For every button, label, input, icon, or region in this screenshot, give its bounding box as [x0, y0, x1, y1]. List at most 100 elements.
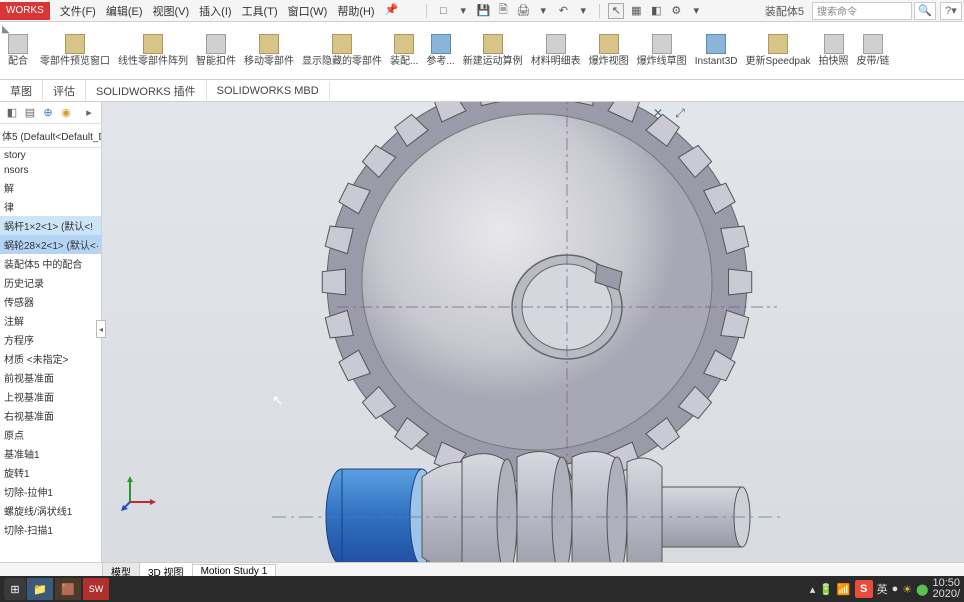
options-icon[interactable]: ⚙: [668, 3, 684, 19]
ribbon-instant3d[interactable]: Instant3D: [691, 24, 742, 77]
expand-arrow-icon[interactable]: ◣: [2, 24, 10, 35]
ribbon-pattern[interactable]: 线性零部件阵列: [114, 24, 192, 77]
dropdown3-icon[interactable]: ▾: [688, 3, 704, 19]
tree-tab3-icon[interactable]: ⊕: [40, 105, 56, 121]
view-triad[interactable]: [120, 472, 160, 512]
tree-item[interactable]: 切除-拉伸1: [0, 482, 101, 501]
ribbon-snapshot[interactable]: 拍快照: [815, 24, 853, 77]
menu-help[interactable]: 帮助(H): [333, 1, 378, 21]
menu-pin-icon[interactable]: 📌: [381, 1, 403, 21]
tray-net-icon[interactable]: 📶: [837, 583, 851, 596]
tree-item[interactable]: 律: [0, 197, 101, 216]
ribbon-skeleton[interactable]: 皮带/链: [853, 24, 894, 77]
tree-item[interactable]: 传感器: [0, 292, 101, 311]
undo-icon[interactable]: ↶: [555, 3, 571, 19]
tree-item[interactable]: 切除-扫描1: [0, 520, 101, 539]
select-icon[interactable]: ↖: [608, 3, 624, 19]
tree-item[interactable]: nsors: [0, 163, 101, 178]
tree-item[interactable]: 基准轴1: [0, 444, 101, 463]
ribbon-assembly[interactable]: 装配...: [386, 24, 422, 77]
ime-lang[interactable]: 英: [877, 581, 888, 597]
menu-file[interactable]: 文件(F): [56, 1, 100, 21]
tree-item[interactable]: 前视基准面: [0, 368, 101, 387]
ribbon-expline[interactable]: 爆炸线草图: [633, 24, 691, 77]
tree-item[interactable]: 旋转1: [0, 463, 101, 482]
tree-item[interactable]: 上视基准面: [0, 387, 101, 406]
panel-iconbar: ◧ ▤ ⊕ ◉ ▸: [0, 102, 101, 124]
tree-tab4-icon[interactable]: ◉: [58, 105, 74, 121]
tab-sketch[interactable]: 草图: [0, 80, 43, 102]
sogou-ime-icon[interactable]: S: [855, 580, 873, 598]
tree-tab2-icon[interactable]: ▤: [22, 105, 38, 121]
clock-date: 2020/: [932, 589, 960, 600]
tree-item[interactable]: 原点: [0, 425, 101, 444]
menu-tools[interactable]: 工具(T): [238, 1, 282, 21]
menu-view[interactable]: 视图(V): [149, 1, 194, 21]
tree-item[interactable]: story: [0, 148, 101, 163]
ribbon-exploded[interactable]: 爆炸视图: [585, 24, 633, 77]
ribbon-fastener[interactable]: 智能扣件: [192, 24, 240, 77]
taskbar-solidworks-icon[interactable]: SW: [83, 578, 109, 600]
tree-item[interactable]: 注解: [0, 311, 101, 330]
save-icon[interactable]: 💾: [475, 3, 491, 19]
menubar: WORKS 文件(F) 编辑(E) 视图(V) 插入(I) 工具(T) 窗口(W…: [0, 0, 964, 22]
dropdown2-icon[interactable]: ▾: [575, 3, 591, 19]
tree-item[interactable]: 右视基准面: [0, 406, 101, 425]
tray-icon1[interactable]: ●: [892, 583, 899, 595]
tree-item-worm[interactable]: 蜗杆1×2<1> (默认<!: [0, 216, 101, 235]
menu-window[interactable]: 窗口(W): [284, 1, 332, 21]
tab-mbd[interactable]: SOLIDWORKS MBD: [207, 82, 330, 100]
tree-item[interactable]: 装配体5 中的配合: [0, 254, 101, 273]
cursor-icon: ↖: [272, 392, 284, 409]
new-icon[interactable]: □: [435, 3, 451, 19]
tray-icon3[interactable]: ⬤: [916, 583, 928, 596]
ribbon-showhidden[interactable]: 显示隐藏的零部件: [298, 24, 386, 77]
tray-icon2[interactable]: ☀: [902, 583, 912, 596]
tree-expand-icon[interactable]: ▸: [81, 105, 97, 121]
grid-icon[interactable]: ▦: [628, 3, 644, 19]
ribbon-motion[interactable]: 新建运动算例: [459, 24, 527, 77]
tree-item[interactable]: 解: [0, 178, 101, 197]
taskbar-explorer-icon[interactable]: 📁: [27, 578, 53, 600]
tray-battery-icon[interactable]: 🔋: [819, 583, 833, 596]
tray-up-icon[interactable]: ▴: [810, 583, 816, 596]
print-icon[interactable]: 🖨: [515, 3, 531, 19]
saveall-icon[interactable]: 🗎: [495, 3, 511, 19]
ribbon-speedpak[interactable]: 更新Speedpak: [742, 24, 815, 77]
tree-item[interactable]: 材质 <未指定>: [0, 349, 101, 368]
ribbon-bom[interactable]: 材料明细表: [527, 24, 585, 77]
windows-taskbar: ⊞ 📁 🟫 SW ▴ 🔋 📶 S 英 ● ☀ ⬤ 10:50 2020/: [0, 576, 964, 602]
menu-items: 文件(F) 编辑(E) 视图(V) 插入(I) 工具(T) 窗口(W) 帮助(H…: [56, 1, 403, 21]
tree-item[interactable]: 历史记录: [0, 273, 101, 292]
ribbon-preview[interactable]: 零部件预览窗口: [36, 24, 114, 77]
tree-item[interactable]: 螺旋线/涡状线1: [0, 501, 101, 520]
start-button[interactable]: ⊞: [4, 578, 26, 600]
tree-items: story nsors 解 律 蜗杆1×2<1> (默认<! 蜗轮28×2<1>…: [0, 148, 101, 562]
splitter-handle[interactable]: ◂: [96, 320, 106, 338]
tree-item-wormgear[interactable]: 蜗轮28×2<1> (默认<·: [0, 235, 101, 254]
tab-addins[interactable]: SOLIDWORKS 插件: [86, 80, 207, 102]
tab-evaluate[interactable]: 评估: [43, 80, 86, 102]
document-title: 装配体5: [765, 3, 804, 19]
ribbon: 配合 零部件预览窗口 线性零部件阵列 智能扣件 移动零部件 显示隐藏的零部件 装…: [0, 22, 964, 80]
search-input[interactable]: 搜索命令: [812, 2, 912, 20]
main-area: ◧ ▤ ⊕ ◉ ▸ 体5 (Default<Default_D story ns…: [0, 102, 964, 562]
app-logo[interactable]: WORKS: [0, 2, 50, 20]
tree-tab1-icon[interactable]: ◧: [4, 105, 20, 121]
tree-item[interactable]: 方程序: [0, 330, 101, 349]
gear-model: [162, 102, 782, 562]
rebuild-icon[interactable]: ◧: [648, 3, 664, 19]
open-icon[interactable]: ▾: [455, 3, 471, 19]
feature-tree-panel: ◧ ▤ ⊕ ◉ ▸ 体5 (Default<Default_D story ns…: [0, 102, 102, 562]
ribbon-move[interactable]: 移动零部件: [240, 24, 298, 77]
ribbon-reference[interactable]: 参考...: [422, 24, 458, 77]
viewport-3d[interactable]: ⤢ 🔍 ↶ ◫ ▦▾ ◧▾ 👁▾ 🎨▾ ⚙▾ ✕ ⤢: [102, 102, 964, 562]
system-tray: ▴ 🔋 📶 S 英 ● ☀ ⬤ 10:50 2020/: [810, 578, 960, 600]
taskbar-app-icon[interactable]: 🟫: [55, 578, 81, 600]
help-button[interactable]: ?▾: [940, 2, 962, 20]
menu-edit[interactable]: 编辑(E): [102, 1, 147, 21]
menu-insert[interactable]: 插入(I): [195, 1, 235, 21]
dropdown-icon[interactable]: ▾: [535, 3, 551, 19]
search-button[interactable]: 🔍: [914, 2, 936, 20]
tree-root[interactable]: 体5 (Default<Default_D: [0, 124, 101, 148]
